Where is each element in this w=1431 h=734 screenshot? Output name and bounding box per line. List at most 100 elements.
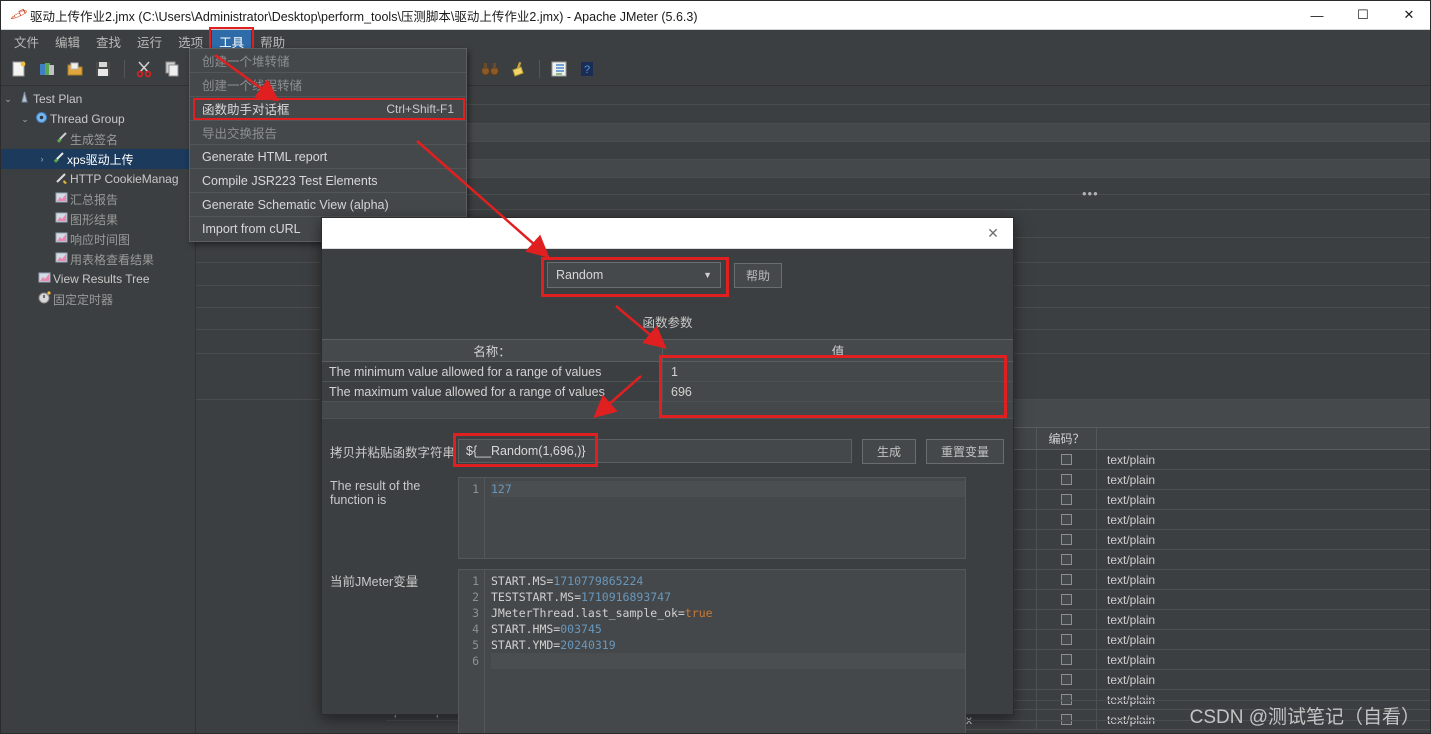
encode-checkbox[interactable]	[1061, 494, 1072, 505]
menu-search[interactable]: 查找	[89, 30, 128, 53]
cell-encode[interactable]	[1036, 630, 1096, 649]
tree-node-sign-gen[interactable]: 生成签名	[1, 129, 195, 149]
vars-value: 1710779865224	[553, 574, 644, 588]
param-value-max[interactable]: 696	[662, 382, 1013, 401]
tree-node-constant-timer[interactable]: 固定定时器	[1, 289, 195, 309]
encode-checkbox[interactable]	[1061, 654, 1072, 665]
overflow-dots[interactable]: •••	[1082, 186, 1099, 201]
encode-checkbox[interactable]	[1061, 454, 1072, 465]
tree-node-cookie-manager[interactable]: HTTP CookieManag	[1, 169, 195, 189]
encode-checkbox[interactable]	[1061, 614, 1072, 625]
tree-label-xps-upload: xps驱动上传	[67, 152, 134, 167]
chevron-down-icon[interactable]: ⌄	[1, 94, 15, 105]
open-folder-icon[interactable]	[62, 57, 88, 81]
maximize-button[interactable]: ☐	[1340, 1, 1386, 30]
result-line-1: 127	[491, 481, 965, 497]
templates-icon[interactable]	[34, 57, 60, 81]
encode-checkbox[interactable]	[1061, 554, 1072, 565]
encode-checkbox[interactable]	[1061, 574, 1072, 585]
cell-encode[interactable]	[1036, 470, 1096, 489]
http-sampler-icon	[49, 151, 67, 167]
menu-item-generate-schematic-view[interactable]: Generate Schematic View (alpha)	[190, 193, 466, 217]
tree-label-summary-report: 汇总报告	[70, 192, 119, 207]
cell-content-type[interactable]: text/plain	[1096, 530, 1430, 549]
cell-content-type[interactable]: text/plain	[1096, 570, 1430, 589]
help-book-icon[interactable]: ?	[574, 57, 600, 81]
cell-content-type[interactable]: text/plain	[1096, 510, 1430, 529]
cell-encode[interactable]	[1036, 530, 1096, 549]
cell-content-type[interactable]: text/plain	[1096, 550, 1430, 569]
search-binoculars-icon[interactable]	[477, 57, 503, 81]
tree-node-thread-group[interactable]: ⌄ Thread Group	[1, 109, 195, 129]
vars-line-4: START.HMS=003745	[491, 621, 965, 637]
function-select[interactable]: Random ▼	[541, 257, 729, 297]
help-button[interactable]: 帮助	[734, 262, 782, 288]
encode-checkbox[interactable]	[1061, 474, 1072, 485]
chevron-down-icon: ▼	[703, 270, 712, 280]
cell-encode[interactable]	[1036, 550, 1096, 569]
cell-encode[interactable]	[1036, 450, 1096, 469]
encode-checkbox[interactable]	[1061, 514, 1072, 525]
menu-item-compile-jsr223[interactable]: Compile JSR223 Test Elements	[190, 169, 466, 193]
menu-file[interactable]: 文件	[7, 30, 46, 53]
menu-run[interactable]: 运行	[130, 30, 169, 53]
tree-label-response-time-graph: 响应时间图	[70, 232, 131, 247]
encode-checkbox[interactable]	[1061, 674, 1072, 685]
clear-broom-icon[interactable]	[505, 57, 531, 81]
line-number: 1	[472, 482, 479, 496]
cell-encode[interactable]	[1036, 610, 1096, 629]
chevron-right-icon[interactable]: ›	[35, 154, 49, 164]
chevron-down-icon[interactable]: ⌄	[18, 114, 32, 125]
close-button[interactable]: ✕	[1386, 1, 1430, 30]
param-row-max[interactable]: The maximum value allowed for a range of…	[322, 382, 1013, 402]
save-icon[interactable]	[90, 57, 116, 81]
cell-content-type[interactable]: text/plain	[1096, 650, 1430, 669]
tree-node-view-results-tree[interactable]: View Results Tree	[1, 269, 195, 289]
encode-checkbox[interactable]	[1061, 634, 1072, 645]
copy-icon[interactable]	[159, 57, 185, 81]
cell-content-type[interactable]: text/plain	[1096, 590, 1430, 609]
tree-node-view-results-table[interactable]: 用表格查看结果	[1, 249, 195, 269]
function-result-output[interactable]: 1 127	[458, 477, 966, 559]
cell-content-type[interactable]: text/plain	[1096, 470, 1430, 489]
tree-node-graph-results[interactable]: 图形结果	[1, 209, 195, 229]
minimize-button[interactable]: —	[1294, 1, 1340, 30]
cell-content-type[interactable]: text/plain	[1096, 490, 1430, 509]
cell-content-type[interactable]: text/plain	[1096, 630, 1430, 649]
menu-item-generate-html-report[interactable]: Generate HTML report	[190, 145, 466, 169]
generate-button[interactable]: 生成	[862, 438, 917, 464]
dialog-close-icon[interactable]: ✕	[973, 218, 1013, 249]
reset-variables-button[interactable]: 重置变量	[926, 438, 1005, 464]
tree-node-summary-report[interactable]: 汇总报告	[1, 189, 195, 209]
cut-icon[interactable]	[131, 57, 157, 81]
cell-encode[interactable]	[1036, 650, 1096, 669]
menu-item-export-report[interactable]: 导出交换报告	[190, 121, 466, 145]
tree-node-response-time-graph[interactable]: 响应时间图	[1, 229, 195, 249]
function-params-table: 名称： 值 The minimum value allowed for a ra…	[322, 339, 1013, 419]
encode-checkbox[interactable]	[1061, 534, 1072, 545]
function-string-input[interactable]: ${__Random(1,696,)}	[458, 439, 852, 463]
param-value-min[interactable]: 1	[662, 362, 1013, 381]
cell-content-type[interactable]: text/plain	[1096, 670, 1430, 689]
cell-encode[interactable]	[1036, 490, 1096, 509]
tree-node-xps-upload[interactable]: › xps驱动上传	[1, 149, 195, 169]
function-helper-icon[interactable]	[546, 57, 572, 81]
cell-encode[interactable]	[1036, 570, 1096, 589]
cell-content-type[interactable]: text/plain	[1096, 450, 1430, 469]
jmeter-variables-output[interactable]: 1 2 3 4 5 6 START.MS=1710779865224 TESTS…	[458, 569, 966, 733]
cell-content-type[interactable]: text/plain	[1096, 610, 1430, 629]
menu-item-thread-dump[interactable]: 创建一个线程转储	[190, 73, 466, 97]
tree-node-test-plan[interactable]: ⌄ Test Plan	[1, 89, 195, 109]
param-row-min[interactable]: The minimum value allowed for a range of…	[322, 362, 1013, 382]
encode-checkbox[interactable]	[1061, 594, 1072, 605]
cell-encode[interactable]	[1036, 590, 1096, 609]
cell-encode[interactable]	[1036, 670, 1096, 689]
test-plan-tree[interactable]: ⌄ Test Plan ⌄ Thread Group 生成签名 › xps驱动上…	[1, 86, 196, 733]
function-params-title: 函数参数	[642, 316, 693, 330]
new-file-icon[interactable]	[6, 57, 32, 81]
menu-edit[interactable]: 编辑	[48, 30, 87, 53]
menu-item-heap-dump[interactable]: 创建一个堆转储	[190, 49, 466, 73]
menu-item-function-helper-dialog[interactable]: 函数助手对话框 Ctrl+Shift-F1	[190, 97, 466, 121]
tools-dropdown-menu[interactable]: 创建一个堆转储 创建一个线程转储 函数助手对话框 Ctrl+Shift-F1 导…	[189, 48, 467, 242]
cell-encode[interactable]	[1036, 510, 1096, 529]
